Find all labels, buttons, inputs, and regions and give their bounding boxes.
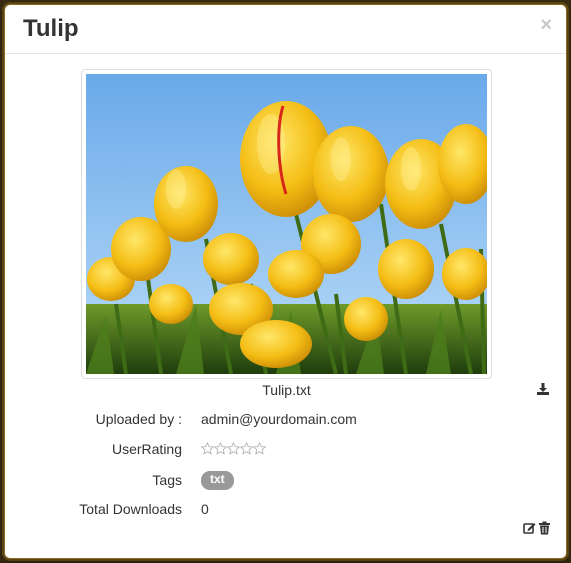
tulip-photo (86, 74, 487, 374)
star-icon[interactable] (227, 442, 240, 455)
total-downloads-value: 0 (201, 501, 209, 517)
star-rating[interactable] (201, 442, 266, 455)
tags-label: Tags (152, 472, 182, 488)
close-button[interactable]: × (540, 15, 552, 35)
user-rating-row: UserRating (5, 441, 566, 461)
modal-dialog: Tulip × Tulip.txt Uploaded by: admin@yo… (4, 4, 567, 559)
action-icons (523, 521, 551, 535)
total-downloads-row: Total Downloads 0 (5, 501, 566, 521)
image-thumbnail[interactable] (81, 69, 492, 379)
star-icon[interactable] (214, 442, 227, 455)
tags-row: Tags txt (5, 471, 566, 492)
modal-header: Tulip × (5, 5, 566, 54)
tag-badge[interactable]: txt (201, 471, 234, 490)
uploaded-by-value: admin@yourdomain.com (201, 411, 357, 427)
star-icon[interactable] (240, 442, 253, 455)
trash-icon[interactable] (538, 521, 551, 535)
star-icon[interactable] (253, 442, 266, 455)
star-icon[interactable] (201, 442, 214, 455)
modal-title: Tulip (23, 15, 79, 42)
user-rating-label: UserRating (111, 441, 182, 457)
download-icon[interactable] (536, 382, 550, 396)
uploaded-by-row: Uploaded by : admin@yourdomain.com (5, 411, 566, 431)
total-downloads-label: Total Downloads (79, 501, 182, 517)
file-name: Tulip.txt (262, 382, 311, 398)
edit-icon[interactable] (523, 521, 536, 535)
uploaded-by-label: Uploaded by : (95, 411, 182, 427)
